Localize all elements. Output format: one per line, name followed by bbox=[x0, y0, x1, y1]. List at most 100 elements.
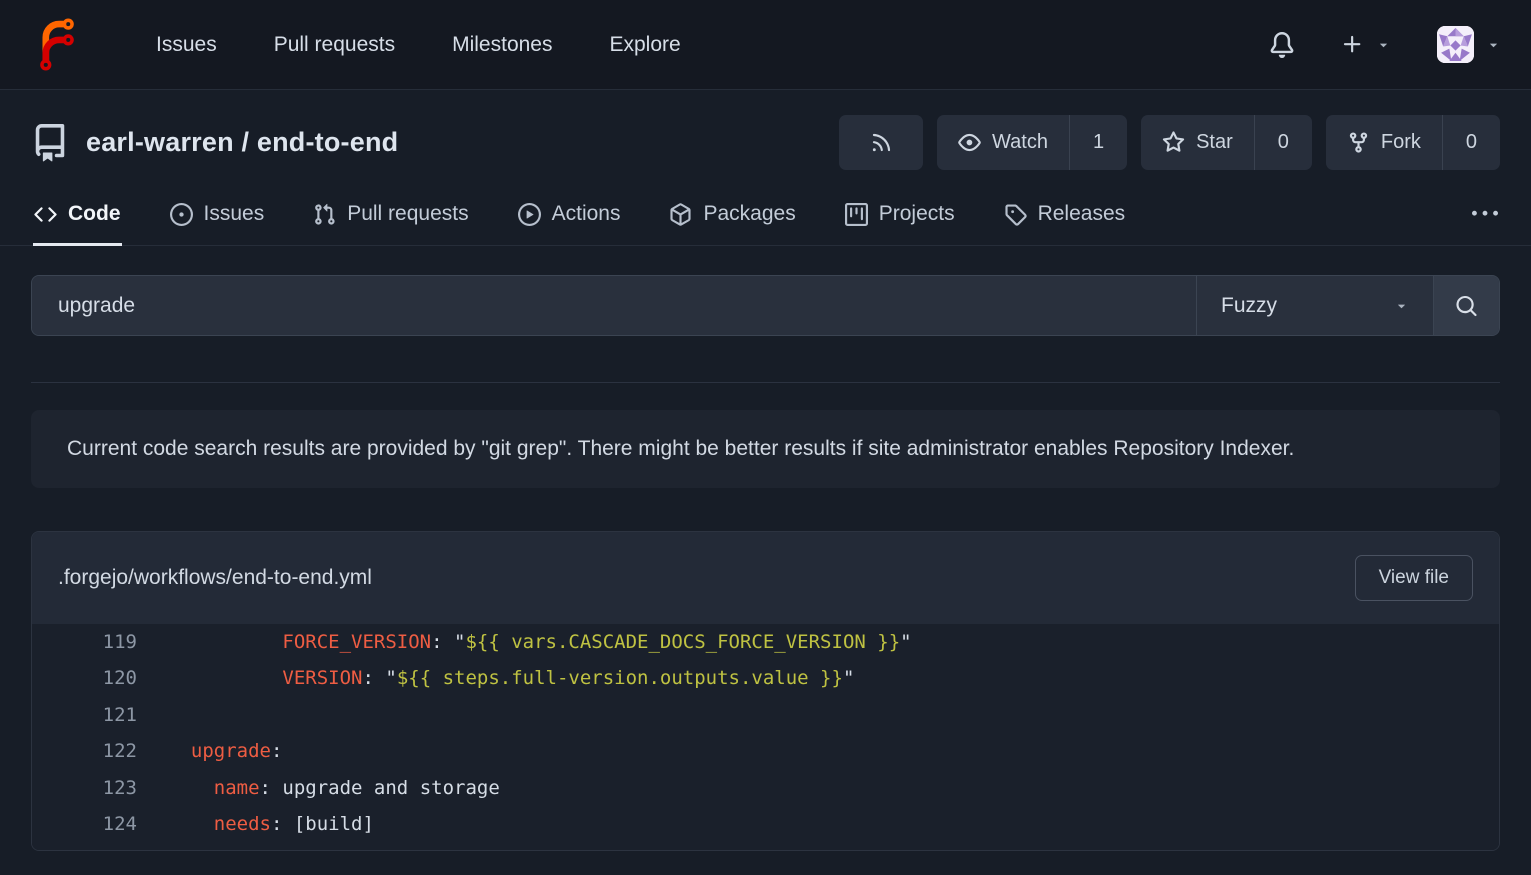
watch-button-label: Watch bbox=[937, 115, 1069, 170]
tab-packages[interactable]: Packages bbox=[668, 183, 796, 245]
nav-item-pull-requests[interactable]: Pull requests bbox=[274, 33, 395, 57]
star-icon bbox=[1162, 131, 1185, 154]
tag-icon bbox=[1004, 203, 1027, 226]
repo-title[interactable]: earl-warren / end-to-end bbox=[86, 127, 398, 158]
section-divider bbox=[31, 382, 1500, 383]
code-token: needs bbox=[214, 813, 271, 835]
code-token bbox=[168, 740, 191, 762]
project-board-icon bbox=[845, 203, 868, 226]
code-token: : bbox=[260, 777, 283, 799]
star-count[interactable]: 0 bbox=[1254, 115, 1312, 170]
line-number[interactable]: 124 bbox=[32, 806, 137, 842]
line-content: VERSION: "${{ steps.full-version.outputs… bbox=[137, 660, 854, 696]
line-content: FORCE_VERSION: "${{ vars.CASCADE_DOCS_FO… bbox=[137, 624, 912, 660]
line-number[interactable]: 122 bbox=[32, 733, 137, 769]
play-circle-icon bbox=[518, 203, 541, 226]
code-token bbox=[168, 813, 214, 835]
star-button[interactable]: Star 0 bbox=[1141, 115, 1312, 170]
tab-code-label: Code bbox=[68, 202, 121, 226]
tab-projects[interactable]: Projects bbox=[844, 183, 956, 245]
code-token bbox=[168, 777, 214, 799]
code-token: VERSION bbox=[282, 667, 362, 689]
code-token: " bbox=[385, 667, 396, 689]
fork-count[interactable]: 0 bbox=[1442, 115, 1500, 170]
code-token: ${{ steps.full-version.outputs.value }} bbox=[397, 667, 843, 689]
tab-pull-requests[interactable]: Pull requests bbox=[312, 183, 469, 245]
rss-icon bbox=[870, 131, 893, 154]
code-token bbox=[168, 631, 282, 653]
tab-projects-label: Projects bbox=[879, 202, 955, 226]
fork-label: Fork bbox=[1381, 131, 1421, 154]
code-line: 120 VERSION: "${{ steps.full-version.out… bbox=[32, 660, 1499, 696]
code-token: " bbox=[454, 631, 465, 653]
code-token: : bbox=[271, 813, 294, 835]
package-icon bbox=[669, 203, 692, 226]
eye-icon bbox=[958, 131, 981, 154]
line-number[interactable]: 121 bbox=[32, 697, 137, 733]
nav-item-milestones[interactable]: Milestones bbox=[452, 33, 552, 57]
kebab-horizontal-icon bbox=[1472, 201, 1498, 227]
avatar bbox=[1437, 26, 1474, 63]
code-token bbox=[168, 667, 282, 689]
search-result-file: .forgejo/workflows/end-to-end.yml View f… bbox=[31, 531, 1500, 851]
plus-icon bbox=[1341, 33, 1364, 56]
watch-count[interactable]: 1 bbox=[1069, 115, 1127, 170]
chevron-down-icon bbox=[1486, 37, 1501, 52]
tab-actions[interactable]: Actions bbox=[517, 183, 622, 245]
user-menu[interactable] bbox=[1437, 26, 1501, 63]
line-content bbox=[137, 697, 168, 733]
create-new-dropdown[interactable] bbox=[1341, 33, 1391, 56]
repo-action-buttons: Watch 1 Star 0 Fork bbox=[839, 115, 1500, 170]
code-token: " bbox=[843, 667, 854, 689]
code-token: FORCE_VERSION bbox=[282, 631, 431, 653]
rss-button[interactable] bbox=[839, 115, 923, 170]
bell-icon[interactable] bbox=[1269, 32, 1295, 58]
fork-button-label: Fork bbox=[1326, 115, 1442, 170]
code-line: 124 needs: [build] bbox=[32, 806, 1499, 842]
code-line: 122 upgrade: bbox=[32, 733, 1499, 769]
watch-button[interactable]: Watch 1 bbox=[937, 115, 1127, 170]
code-token: : bbox=[362, 667, 385, 689]
line-number[interactable]: 123 bbox=[32, 770, 137, 806]
tab-releases-label: Releases bbox=[1038, 202, 1126, 226]
nav-links: Issues Pull requests Milestones Explore bbox=[156, 33, 681, 57]
code-token: : bbox=[271, 740, 282, 762]
repo-book-icon bbox=[31, 124, 69, 162]
code-token: ${{ vars.CASCADE_DOCS_FORCE_VERSION }} bbox=[465, 631, 900, 653]
tabs-overflow-menu[interactable] bbox=[1472, 183, 1498, 245]
nav-right-controls bbox=[1269, 26, 1501, 63]
fork-icon bbox=[1347, 131, 1370, 154]
notice-text: Current code search results are provided… bbox=[67, 437, 1294, 460]
code-line: 123 name: upgrade and storage bbox=[32, 770, 1499, 806]
line-number[interactable]: 119 bbox=[32, 624, 137, 660]
code-snippet: 119 FORCE_VERSION: "${{ vars.CASCADE_DOC… bbox=[32, 624, 1499, 850]
repo-tabs: Code Issues Pull requests Actions Packag… bbox=[0, 183, 1531, 246]
code-token: [build] bbox=[294, 813, 374, 835]
chevron-down-icon bbox=[1394, 298, 1409, 313]
search-mode-select[interactable]: Fuzzy bbox=[1196, 276, 1433, 335]
nav-item-issues[interactable]: Issues bbox=[156, 33, 217, 57]
tab-releases[interactable]: Releases bbox=[1003, 183, 1127, 245]
line-content: upgrade: bbox=[137, 733, 282, 769]
chevron-down-icon bbox=[1376, 37, 1391, 52]
top-navigation-bar: Issues Pull requests Milestones Explore bbox=[0, 0, 1531, 90]
search-button[interactable] bbox=[1433, 276, 1499, 335]
line-content: needs: [build] bbox=[137, 806, 374, 842]
tab-pull-requests-label: Pull requests bbox=[347, 202, 468, 226]
tab-code[interactable]: Code bbox=[33, 183, 122, 245]
search-input[interactable] bbox=[32, 276, 1196, 335]
line-content: name: upgrade and storage bbox=[137, 770, 500, 806]
search-backend-notice: Current code search results are provided… bbox=[31, 410, 1500, 488]
line-number[interactable]: 120 bbox=[32, 660, 137, 696]
tab-issues[interactable]: Issues bbox=[169, 183, 266, 245]
nav-item-explore[interactable]: Explore bbox=[610, 33, 681, 57]
forgejo-logo-icon[interactable] bbox=[30, 18, 84, 72]
git-pull-request-icon bbox=[313, 203, 336, 226]
view-file-button[interactable]: View file bbox=[1355, 555, 1473, 601]
issue-opened-icon bbox=[170, 203, 193, 226]
file-path[interactable]: .forgejo/workflows/end-to-end.yml bbox=[58, 566, 372, 590]
code-token: " bbox=[900, 631, 911, 653]
fork-button[interactable]: Fork 0 bbox=[1326, 115, 1500, 170]
code-token: upgrade and storage bbox=[282, 777, 499, 799]
code-search-bar: Fuzzy bbox=[31, 275, 1500, 336]
